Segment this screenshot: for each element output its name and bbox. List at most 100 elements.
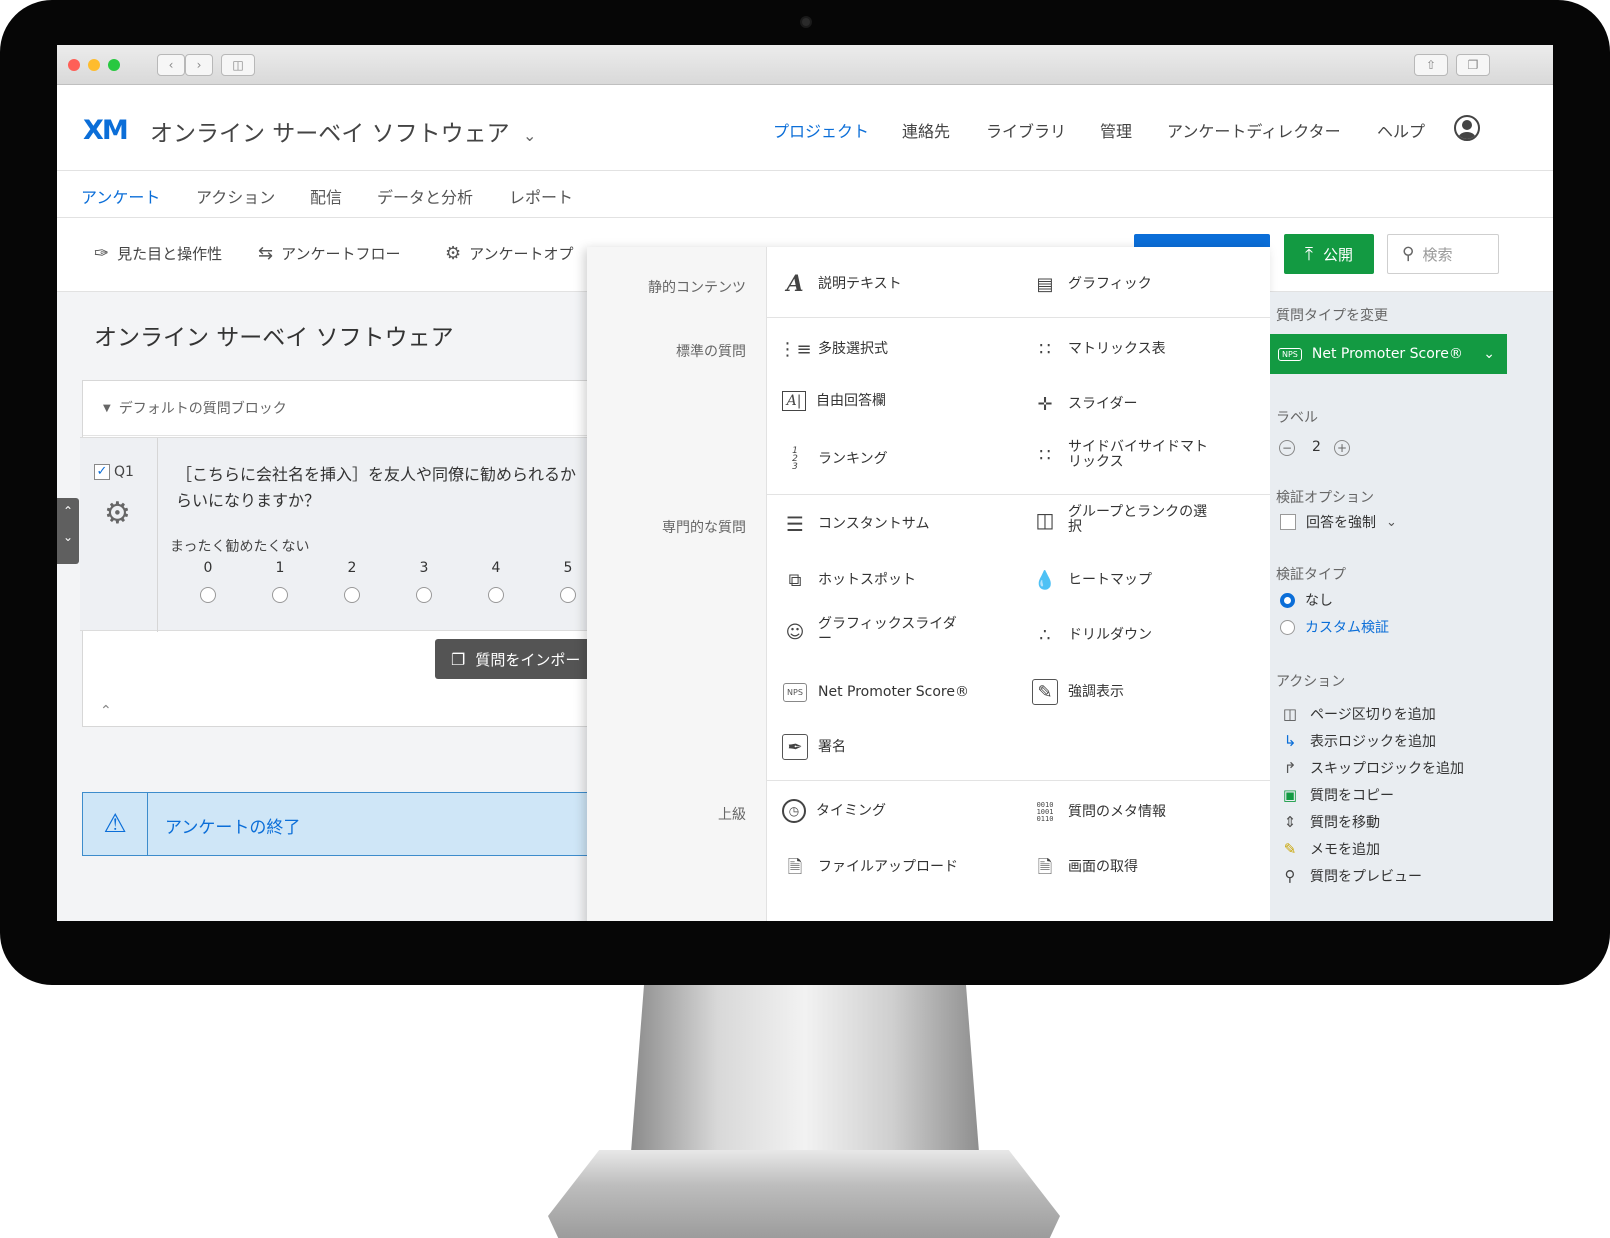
move-icon: ⇕ <box>1283 813 1297 831</box>
chevron-up-icon[interactable]: ⌃ <box>57 498 79 524</box>
action-add-skip-logic[interactable]: ↱ スキップロジックを追加 <box>1280 758 1464 778</box>
action-preview-question[interactable]: ⚲ 質問をプレビュー <box>1280 866 1423 886</box>
tab-actions[interactable]: アクション <box>196 184 275 218</box>
category-static: 静的コンテンツ <box>648 280 746 296</box>
survey-name[interactable]: オンライン サーベイ ソフトウェア <box>94 318 454 352</box>
qtype-drill-down[interactable]: ∴ ドリルダウン <box>1032 622 1152 648</box>
block-header[interactable]: ▼ デフォルトの質問ブロック <box>83 381 603 436</box>
label-heading: ラベル <box>1276 410 1318 426</box>
project-title-dropdown[interactable]: オンライン サーベイ ソフトウェア ⌄ <box>150 114 536 148</box>
qtype-meta-info[interactable]: 0010 1001 0110 質問のメタ情報 <box>1032 799 1166 825</box>
copy-icon: ▣ <box>1282 786 1298 804</box>
nav-library[interactable]: ライブラリ <box>986 118 1066 142</box>
gear-icon[interactable]: ⚙ <box>104 496 131 531</box>
collapse-block-icon[interactable]: ⌃ <box>100 703 112 719</box>
nav-contacts[interactable]: 連絡先 <box>902 118 950 142</box>
qtype-pick-group-rank[interactable]: ◫ グループとランクの選 択 <box>1032 505 1208 535</box>
survey-options-button[interactable]: ⚙ アンケートオプ <box>445 243 574 264</box>
scale-radio[interactable] <box>560 587 576 603</box>
tab-data-analysis[interactable]: データと分析 <box>377 184 473 218</box>
scale-radio[interactable] <box>200 587 216 603</box>
caret-down-icon[interactable]: ▼ <box>103 403 111 414</box>
question-category-column: 静的コンテンツ 標準の質問 専門的な質問 上級 <box>587 247 767 921</box>
validation-custom-radio[interactable] <box>1280 619 1295 635</box>
qtype-rank-order[interactable]: 123 ランキング <box>782 446 887 472</box>
tab-distributions[interactable]: 配信 <box>310 184 342 218</box>
qtype-label-line: グラフィックスライダ <box>818 616 957 632</box>
nav-help[interactable]: ヘルプ <box>1377 118 1425 142</box>
qtype-text-entry[interactable]: A| 自由回答欄 <box>782 391 886 411</box>
qtype-file-upload[interactable]: 🗎 ファイルアップロード <box>782 854 958 880</box>
scale-radio[interactable] <box>272 587 288 603</box>
question-text[interactable]: ［こちらに会社名を挿入］を友人や同僚に勧められるか らいになりますか？ <box>176 462 606 514</box>
force-response-checkbox[interactable] <box>1280 514 1296 530</box>
qtype-timing[interactable]: ◷ タイミング <box>782 799 886 823</box>
qtype-label: ホットスポット <box>818 571 916 588</box>
qtype-slider[interactable]: ✛ スライダー <box>1032 391 1137 417</box>
force-response-option[interactable]: 回答を強制 ⌄ <box>1280 512 1397 532</box>
publish-button[interactable]: ⤒ 公開 <box>1284 234 1374 274</box>
action-add-note[interactable]: ✎ メモを追加 <box>1280 839 1380 859</box>
question-type-dropdown[interactable]: NPS Net Promoter Score® ⌄ <box>1270 334 1507 374</box>
shuffle-icon: ⇆ <box>258 243 274 264</box>
scale-radio[interactable] <box>488 587 504 603</box>
survey-flow-button[interactable]: ⇆ アンケートフロー <box>258 243 401 264</box>
action-label: ページ区切りを追加 <box>1310 707 1436 723</box>
qtype-multiple-choice[interactable]: ⋮≡ 多肢選択式 <box>778 336 888 362</box>
share-icon[interactable]: ⇧ <box>1414 54 1448 76</box>
display-logic-icon: ↳ <box>1283 732 1297 750</box>
close-window-dot[interactable] <box>68 59 80 71</box>
action-add-display-logic[interactable]: ↳ 表示ロジックを追加 <box>1280 731 1436 751</box>
qtype-graphic-slider[interactable]: ☺ グラフィックスライダ ー <box>782 617 957 647</box>
action-move-question[interactable]: ⇕ 質問を移動 <box>1280 812 1380 832</box>
block-title[interactable]: デフォルトの質問ブロック <box>119 398 287 418</box>
question-nav-toggle[interactable]: ⌃ ⌄ <box>57 498 79 564</box>
validation-custom-option[interactable]: カスタム検証 <box>1280 617 1389 637</box>
chevron-down-icon[interactable]: ⌄ <box>57 524 79 550</box>
qtype-descriptive-text[interactable]: A 説明テキスト <box>782 271 901 297</box>
scale-radio[interactable] <box>344 587 360 603</box>
search-input[interactable]: ⚲ 検索 <box>1387 234 1499 274</box>
validation-none-radio[interactable] <box>1280 592 1295 608</box>
sidebar-toggle-icon[interactable]: ◫ <box>221 54 255 76</box>
xm-logo[interactable]: XM <box>83 115 129 146</box>
minus-icon[interactable]: − <box>1279 440 1295 456</box>
nav-projects[interactable]: プロジェクト <box>773 118 869 142</box>
back-icon[interactable]: ‹ <box>157 54 185 76</box>
screen: ‹ › ◫ ⇧ ❐ XM オンライン サーベイ ソフトウェア ⌄ プロジェクト … <box>57 45 1553 921</box>
scale-label: 4 <box>491 560 501 576</box>
qtype-net-promoter-score[interactable]: NPS Net Promoter Score® <box>782 679 969 705</box>
qtype-heat-map[interactable]: 💧 ヒートマップ <box>1032 567 1152 593</box>
question-row[interactable]: ✓ Q1 ⚙ ［こちらに会社名を挿入］を友人や同僚に勧められるか らいになります… <box>80 437 606 632</box>
nav-survey-director[interactable]: アンケートディレクター <box>1167 118 1341 142</box>
qtype-highlight[interactable]: ✎ 強調表示 <box>1032 679 1124 705</box>
qtype-side-by-side[interactable]: ∷ サイドバイサイドマト リックス <box>1032 440 1208 470</box>
qtype-signature[interactable]: ✒ 署名 <box>782 734 846 760</box>
screen-capture-icon: 🗎 <box>1037 856 1053 878</box>
heat-map-icon: 💧 <box>1033 569 1057 591</box>
minimize-window-dot[interactable] <box>88 59 100 71</box>
qtype-hot-spot[interactable]: ⧉ ホットスポット <box>782 567 916 593</box>
action-copy-question[interactable]: ▣ 質問をコピー <box>1280 785 1394 805</box>
nav-admin[interactable]: 管理 <box>1100 118 1132 142</box>
zoom-window-dot[interactable] <box>108 59 120 71</box>
category-advanced: 上級 <box>718 807 746 823</box>
chevron-down-icon[interactable]: ⌄ <box>1386 515 1397 530</box>
forward-icon[interactable]: › <box>185 54 213 76</box>
user-account-icon[interactable] <box>1454 115 1480 141</box>
qtype-constant-sum[interactable]: ☰ コンスタントサム <box>782 511 929 537</box>
highlight-icon: ✎ <box>1032 679 1058 705</box>
action-add-page-break[interactable]: ◫ ページ区切りを追加 <box>1280 704 1436 724</box>
qtype-graphic[interactable]: ▤ グラフィック <box>1032 271 1151 297</box>
qtype-matrix-table[interactable]: ∷ マトリックス表 <box>1032 336 1165 362</box>
scale-radio[interactable] <box>416 587 432 603</box>
plus-icon[interactable]: + <box>1334 440 1350 456</box>
tab-survey[interactable]: アンケート <box>81 184 161 221</box>
tab-reports[interactable]: レポート <box>509 184 573 218</box>
qtype-screen-capture[interactable]: 🗎 画面の取得 <box>1032 854 1138 880</box>
end-of-survey-block[interactable]: ⚠ アンケートの終了 <box>82 792 602 856</box>
question-select-checkbox[interactable]: ✓ <box>94 464 110 480</box>
tabs-icon[interactable]: ❐ <box>1456 54 1490 76</box>
validation-none-option[interactable]: なし <box>1280 590 1333 610</box>
look-and-feel-button[interactable]: ✑ 見た目と操作性 <box>94 243 222 264</box>
